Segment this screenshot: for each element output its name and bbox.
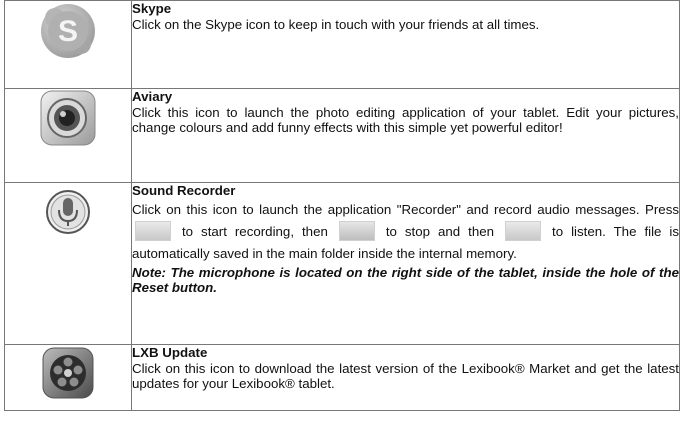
film-reel-update-icon <box>42 347 94 399</box>
table-row: Aviary Click this icon to launch the pho… <box>4 88 680 183</box>
app-title: Aviary <box>132 89 173 104</box>
table-row: Sound Recorder Click on this icon to lau… <box>4 182 680 345</box>
app-title: LXB Update <box>132 345 208 360</box>
skype-icon: S <box>41 4 95 58</box>
icon-cell <box>4 182 132 345</box>
note-text: Note: The microphone is located on the r… <box>132 264 679 296</box>
app-description: Click on this icon to download the lates… <box>132 360 679 392</box>
apps-table: S Skype Click on the Skype icon to keep … <box>4 0 680 411</box>
app-title: Skype <box>132 1 172 16</box>
app-description: Click this icon to launch the photo edit… <box>132 104 679 136</box>
record-button-icon <box>135 220 171 241</box>
microphone-icon <box>46 190 90 234</box>
description-cell: Aviary Click this icon to launch the pho… <box>131 88 680 183</box>
table-row: S Skype Click on the Skype icon to keep … <box>4 0 680 89</box>
description-cell: Skype Click on the Skype icon to keep in… <box>131 0 680 89</box>
play-button-icon <box>505 220 542 241</box>
icon-cell <box>4 88 132 183</box>
aviary-camera-lens-icon <box>40 90 96 146</box>
app-description: Click on the Skype icon to keep in touch… <box>132 16 540 32</box>
svg-text:S: S <box>58 15 78 48</box>
stop-button-icon <box>338 220 375 241</box>
app-description: Click on this icon to launch the applica… <box>132 201 680 261</box>
app-title: Sound Recorder <box>132 183 236 198</box>
icon-cell <box>4 344 132 411</box>
icon-cell: S <box>4 0 132 89</box>
table-row: LXB Update Click on this icon to downloa… <box>4 344 680 411</box>
description-cell: LXB Update Click on this icon to downloa… <box>131 344 680 411</box>
description-cell: Sound Recorder Click on this icon to lau… <box>131 182 680 345</box>
